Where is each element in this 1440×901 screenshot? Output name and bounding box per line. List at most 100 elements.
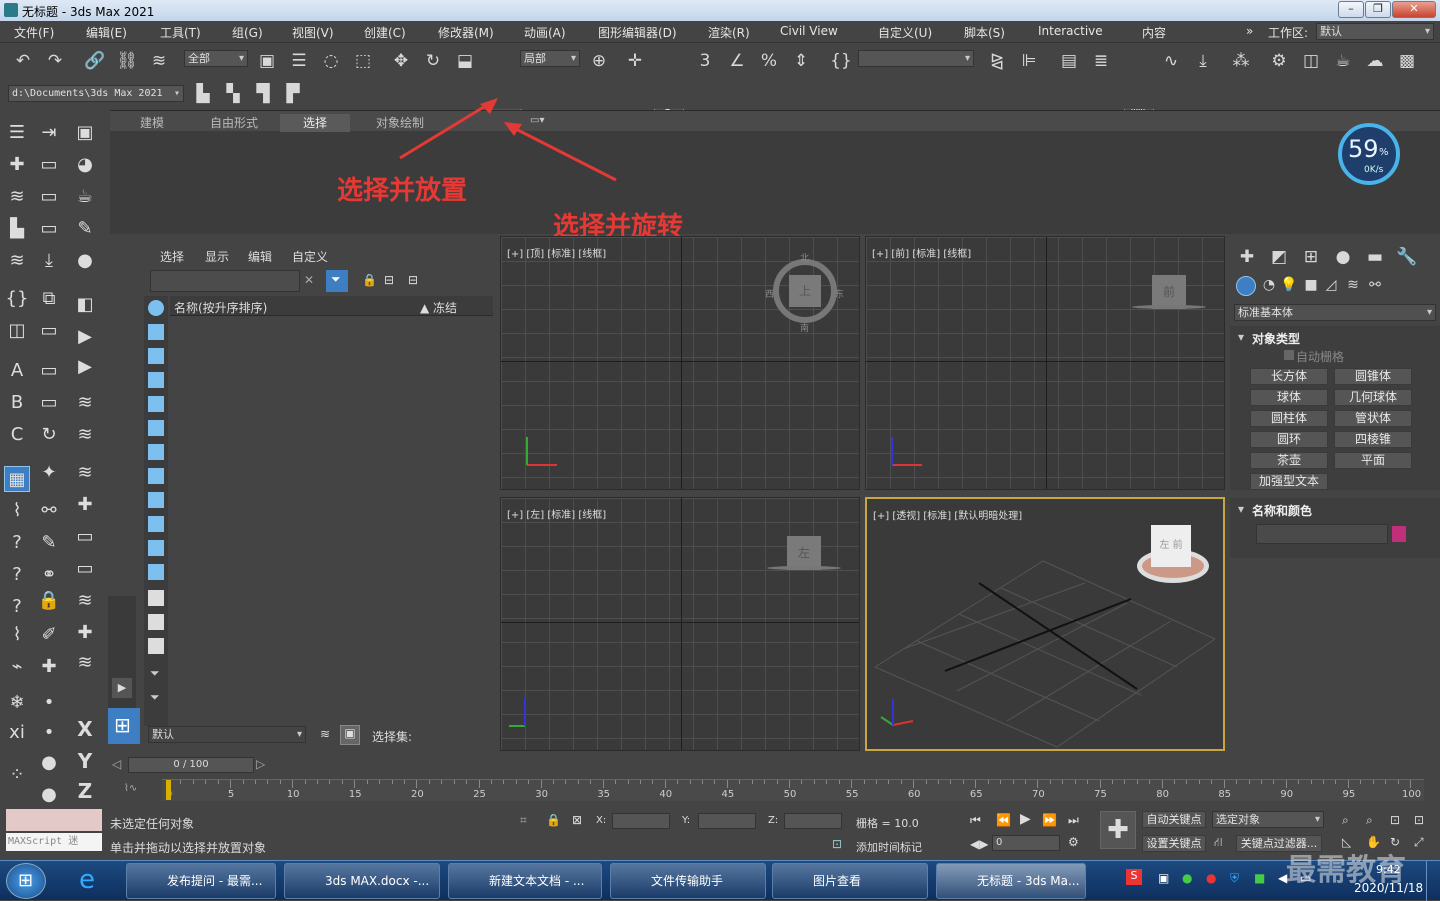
object-color-swatch[interactable] [1392,526,1406,542]
z-axis-icon[interactable]: Z [72,778,98,804]
viewport-layout-button[interactable]: ⊞ [108,708,140,744]
maximize-button[interactable]: ❐ [1365,1,1391,18]
cylinder-icon[interactable]: ▭ [36,318,62,344]
maximize-viewport-icon[interactable]: ⤢ [1414,835,1424,850]
viewport-top[interactable]: [+] [顶] [标准] [线框] 上 北 南 西 东 [500,236,860,490]
teapot-button[interactable]: 茶壶 [1250,452,1328,469]
stack2-icon[interactable]: ▭ [36,184,62,210]
menu-edit[interactable]: 编辑(E) [86,24,127,41]
wechat-tray-icon[interactable]: ● [1182,871,1192,885]
lights-filter-icon[interactable] [148,348,164,364]
braces-icon[interactable]: {} [4,286,30,312]
menu-customize[interactable]: 自定义(U) [878,24,932,41]
y-axis-icon[interactable]: Y [72,748,98,774]
scene-menu-display[interactable]: 显示 [205,248,229,265]
create-panel-icon[interactable]: ✚ [1236,246,1258,268]
security-tray-icon[interactable]: ⛨ [1230,871,1239,886]
tube-button[interactable]: 管状体 [1334,410,1412,427]
lock-scene-icon[interactable]: 🔒 [362,273,377,287]
viewcube-front[interactable]: 前 [1152,275,1186,309]
layer-stack3-icon[interactable]: ≋ [72,588,98,614]
scene-search-input[interactable] [150,270,300,292]
viewcube-left[interactable]: 左 [787,536,821,570]
motion-panel-icon[interactable]: ● [1332,246,1354,268]
viewport-icon[interactable]: ▣ [72,120,98,146]
cameras-category-icon[interactable]: ■ [1300,274,1322,296]
auto-key-button[interactable]: 自动关键点 [1142,811,1206,828]
angle-snap-icon[interactable]: ∠ [726,50,748,72]
menu-animation[interactable]: 动画(A) [524,24,566,41]
stack4-icon[interactable]: ▭ [36,390,62,416]
align-icon[interactable]: ⊫ [1018,50,1040,72]
selection-lock-icon[interactable]: 🔒 [546,813,561,827]
workspace-dropdown[interactable]: 默认 [1316,23,1434,40]
display-none-icon[interactable] [148,614,164,630]
plane-button[interactable]: 平面 [1334,452,1412,469]
nvidia-tray-icon[interactable]: ■ [1254,871,1265,885]
time-slider[interactable]: 0 / 100 [128,757,254,773]
named-selection-dropdown[interactable] [858,50,974,67]
hierarchy-icon[interactable]: ☰ [4,120,30,146]
dots-a-icon[interactable]: ⁘ [4,762,30,788]
track-bar-icon[interactable]: ⌇∿ [124,783,137,794]
box-icon[interactable]: ◫ [4,318,30,344]
isolate-icon[interactable]: ⌗ [520,813,527,828]
grid-select-icon[interactable]: ▦ [4,466,30,492]
current-frame-input[interactable]: 0 [992,835,1060,851]
timeline-current-frame[interactable] [166,780,171,800]
menu-scripting[interactable]: 脚本(S) [964,24,1005,41]
autogrid-checkbox[interactable] [1284,350,1294,360]
scene-explorer-icon[interactable]: ▤ [1058,50,1080,72]
lock-icon[interactable]: 🔒 [36,588,62,614]
spacewarps-category-icon[interactable]: ≋ [1342,274,1364,296]
zoom-extents-all-icon[interactable]: ⊡ [1414,813,1424,827]
chevron-right-icon[interactable]: » [1246,24,1253,38]
layer-icon[interactable]: ▭ [36,152,62,178]
rotate-obj-icon[interactable]: ↻ [36,422,62,448]
bones-filter-icon[interactable] [148,492,164,508]
object-name-input[interactable] [1256,524,1388,544]
menu-file[interactable]: 文件(F) [14,24,54,41]
sogou-ime-icon[interactable]: S [1126,869,1142,885]
selected-dropdown[interactable]: 选定对象 [1212,811,1324,828]
next-key-icon[interactable]: ⏩ [1042,813,1057,827]
textplus-button[interactable]: 加强型文本 [1250,473,1328,490]
absolute-mode-icon[interactable]: ⊠ [572,813,582,827]
shapes-category-icon[interactable]: ◔ [1258,274,1280,296]
select-by-name-icon[interactable]: ☰ [288,50,310,72]
add-layer-icon[interactable]: ✚ [72,492,98,518]
paint-icon[interactable]: ✎ [72,216,98,242]
clear-search-icon[interactable]: ✕ [304,273,314,287]
schematic-view-icon[interactable]: ⤓ [1192,50,1214,72]
frozen-filter-icon[interactable] [148,540,164,556]
cone-button[interactable]: 圆锥体 [1334,368,1412,385]
containers-filter-icon[interactable] [148,516,164,532]
video-icon[interactable]: ▶ [72,354,98,380]
close-button[interactable]: ✕ [1392,1,1436,18]
taskbar-item-notepad[interactable]: 新建文本文档 - ... [448,863,602,899]
render-setup-icon[interactable]: ⚙ [1268,50,1290,72]
rotate-icon[interactable]: ↻ [422,50,444,72]
star-icon[interactable]: ✦ [36,460,62,486]
paint-select-icon[interactable]: ⌁ [4,654,30,680]
network-icon[interactable]: ▣ [1158,871,1169,885]
question2-icon[interactable]: ? [4,562,30,588]
col-freeze[interactable]: ▲ 冻结 [420,299,457,316]
col-name[interactable]: 名称(按升序排序) [174,299,267,316]
paint-brush-icon[interactable]: ✐ [36,622,62,648]
create-icon[interactable]: ✚ [4,152,30,178]
taskbar-item-3dsmax[interactable]: 无标题 - 3ds Ma... [936,863,1086,899]
xrefs-filter-icon[interactable] [148,468,164,484]
x-axis-icon[interactable]: X [72,716,98,742]
menu-tools[interactable]: 工具(T) [160,24,201,41]
brush-icon[interactable]: ⌇ [4,498,30,524]
play-animation-icon[interactable]: ▶ [1020,811,1031,827]
menu-group[interactable]: 组(G) [232,24,263,41]
add-icon[interactable]: ✚ [36,654,62,680]
rendered-frame-icon[interactable]: ◫ [1300,50,1322,72]
pivot-center-icon[interactable]: ⊕ [588,50,610,72]
layer-select-icon[interactable]: ▣ [340,725,360,745]
utilities-panel-icon[interactable]: 🔧 [1396,246,1418,268]
shapes-filter-icon[interactable] [148,324,164,340]
helpers-category-icon[interactable]: ◿ [1320,274,1342,296]
